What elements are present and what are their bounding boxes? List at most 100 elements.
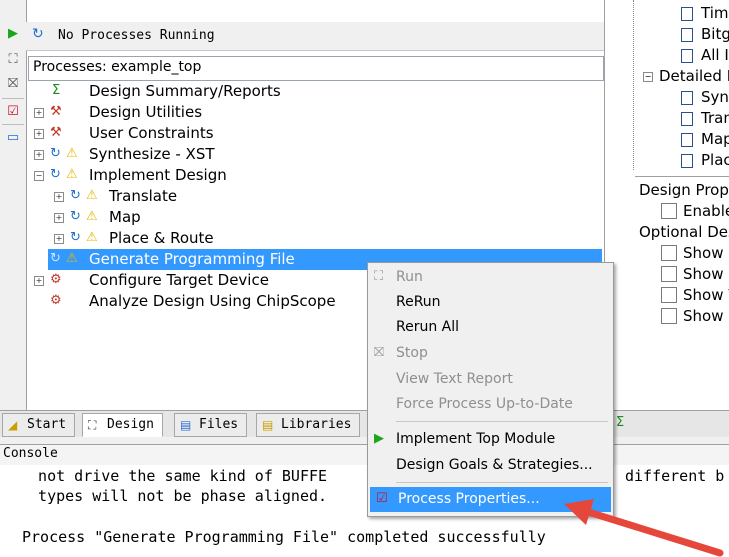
tab-libraries[interactable]: ▤ Libraries bbox=[256, 413, 361, 437]
menu-item-label: Rerun All bbox=[396, 319, 460, 335]
tree-item-user-constraints[interactable]: + ⚒ User Constraints bbox=[28, 123, 602, 144]
run-icon: ⛶ bbox=[374, 269, 384, 284]
context-menu: ⛶ Run ReRun Rerun All ⛝ Stop View Text R… bbox=[367, 262, 614, 517]
show-checkbox[interactable] bbox=[661, 287, 677, 303]
tree-item-label: Generate Programming File bbox=[89, 250, 295, 268]
tree-item-label: Configure Target Device bbox=[89, 271, 269, 289]
expand-icon[interactable]: + bbox=[34, 150, 44, 160]
show-label: Show V bbox=[683, 286, 729, 304]
tree-item-label: Synthesize - XST bbox=[89, 145, 215, 163]
report-icon bbox=[681, 7, 693, 21]
warning-icon: ⚠ bbox=[86, 188, 98, 203]
detailed-reports-label[interactable]: Detailed R bbox=[659, 67, 729, 85]
tab-label: Libraries bbox=[281, 417, 352, 432]
report-icon bbox=[681, 91, 693, 105]
expand-icon[interactable]: + bbox=[54, 192, 64, 202]
report-icon bbox=[681, 112, 693, 126]
console-title: Console bbox=[3, 446, 58, 461]
tree-item-label: Place & Route bbox=[109, 229, 214, 247]
expand-icon[interactable]: + bbox=[34, 108, 44, 118]
report-item[interactable]: All I bbox=[701, 46, 729, 64]
expand-icon[interactable]: + bbox=[34, 129, 44, 139]
show-label: Show C bbox=[683, 244, 729, 262]
tree-item-design-utilities[interactable]: + ⚒ Design Utilities bbox=[28, 102, 602, 123]
show-checkbox[interactable] bbox=[661, 308, 677, 324]
tree-item-place-route[interactable]: + ↻ ⚠ Place & Route bbox=[28, 228, 602, 249]
tree-item-label: Implement Design bbox=[89, 166, 227, 184]
menu-item-label: Design Goals & Strategies... bbox=[396, 457, 593, 473]
console-header: Console bbox=[0, 444, 729, 466]
menu-item-implement-top-module[interactable]: ▶ Implement Top Module bbox=[368, 427, 613, 452]
design-properties-header: Design Prope bbox=[639, 181, 729, 199]
report-icon bbox=[681, 133, 693, 147]
console-line: not drive the same kind of BUFFE bbox=[20, 467, 328, 485]
tree-item-translate[interactable]: + ↻ ⚠ Translate bbox=[28, 186, 602, 207]
tree-item-design-summary[interactable]: Σ Design Summary/Reports bbox=[28, 81, 602, 102]
console-line: Process "Generate Programming File" comp… bbox=[22, 528, 546, 546]
menu-item-label: Run bbox=[396, 269, 423, 285]
enable-checkbox[interactable] bbox=[661, 203, 677, 219]
run-icon: ▶ bbox=[374, 431, 384, 446]
menu-item-run[interactable]: ⛶ Run bbox=[368, 265, 613, 290]
expand-icon[interactable]: + bbox=[54, 213, 64, 223]
collapse-icon[interactable]: − bbox=[34, 171, 44, 181]
run-icon[interactable]: ▶ bbox=[3, 24, 23, 44]
menu-item-rerun-all[interactable]: Rerun All bbox=[368, 315, 613, 340]
window-icon[interactable]: ▭ bbox=[3, 128, 23, 148]
stop-icon[interactable]: ⛝ bbox=[3, 74, 23, 94]
show-checkbox[interactable] bbox=[661, 266, 677, 282]
process-properties-icon[interactable]: ☑ bbox=[3, 102, 23, 122]
report-item[interactable]: Bitg bbox=[701, 25, 729, 43]
chipscope-icon: ⚙ bbox=[50, 293, 62, 308]
report-item[interactable]: Plac bbox=[701, 151, 729, 169]
panel-tabs: ◢ Start ⛶ Design ▤ Files ▤ Libraries Σ bbox=[0, 410, 729, 437]
status-bar: ↻ No Processes Running bbox=[26, 22, 604, 51]
tree-item-label: User Constraints bbox=[89, 124, 214, 142]
console-line: types will not be phase aligned. bbox=[20, 487, 328, 505]
tree-item-implement-design[interactable]: − ↻ ⚠ Implement Design bbox=[28, 165, 602, 186]
expand-icon[interactable]: + bbox=[54, 234, 64, 244]
menu-item-label: ReRun bbox=[396, 294, 441, 310]
hierarchy-icon[interactable]: ⛶ bbox=[3, 50, 23, 70]
warning-icon: ⚠ bbox=[66, 146, 78, 161]
menu-item-rerun[interactable]: ReRun bbox=[368, 290, 613, 315]
show-label: Show E bbox=[683, 307, 729, 325]
refresh-icon: ↻ bbox=[50, 251, 61, 266]
report-icon bbox=[681, 154, 693, 168]
design-icon: ⛶ bbox=[88, 418, 97, 432]
files-icon: ▤ bbox=[180, 418, 192, 432]
annotation-arrow-icon bbox=[564, 499, 724, 557]
tab-start[interactable]: ◢ Start bbox=[2, 413, 76, 437]
menu-item-view-text-report[interactable]: View Text Report bbox=[368, 367, 613, 392]
menu-item-stop[interactable]: ⛝ Stop bbox=[368, 341, 613, 366]
show-label: Show F bbox=[683, 265, 729, 283]
tree-item-label: Design Summary/Reports bbox=[89, 82, 281, 100]
refresh-icon: ↻ bbox=[70, 188, 81, 203]
expand-icon[interactable]: + bbox=[34, 276, 44, 286]
report-item[interactable]: Timi bbox=[701, 4, 729, 22]
report-item[interactable]: Map bbox=[701, 130, 729, 148]
menu-item-design-goals[interactable]: Design Goals & Strategies... bbox=[368, 453, 613, 478]
sigma-icon[interactable]: Σ bbox=[616, 415, 624, 430]
process-tree-header-label: Processes: example_top bbox=[33, 59, 202, 75]
chip-icon: ⚙ bbox=[50, 272, 62, 287]
tree-item-map[interactable]: + ↻ ⚠ Map bbox=[28, 207, 602, 228]
warning-icon: ⚠ bbox=[66, 167, 78, 182]
optional-design-header: Optional Des bbox=[639, 223, 729, 241]
menu-item-force-up-to-date[interactable]: Force Process Up-to-Date bbox=[368, 392, 613, 417]
right-panel: Timi Bitg All I − Detailed R Synt Tran M… bbox=[604, 0, 729, 410]
collapse-icon[interactable]: − bbox=[643, 72, 653, 82]
tools-icon: ⚒ bbox=[50, 125, 62, 140]
tree-item-synthesize[interactable]: + ↻ ⚠ Synthesize - XST bbox=[28, 144, 602, 165]
report-item[interactable]: Tran bbox=[701, 109, 729, 127]
tab-design[interactable]: ⛶ Design bbox=[82, 413, 163, 437]
show-checkbox[interactable] bbox=[661, 245, 677, 261]
menu-item-label: Implement Top Module bbox=[396, 431, 556, 447]
report-icon bbox=[681, 28, 693, 42]
start-icon: ◢ bbox=[8, 418, 18, 432]
tree-item-label: Analyze Design Using ChipScope bbox=[89, 292, 336, 310]
report-item[interactable]: Synt bbox=[701, 88, 729, 106]
tab-files[interactable]: ▤ Files bbox=[174, 413, 248, 437]
enable-label: Enable bbox=[683, 202, 729, 220]
menu-item-label: Stop bbox=[396, 345, 428, 361]
